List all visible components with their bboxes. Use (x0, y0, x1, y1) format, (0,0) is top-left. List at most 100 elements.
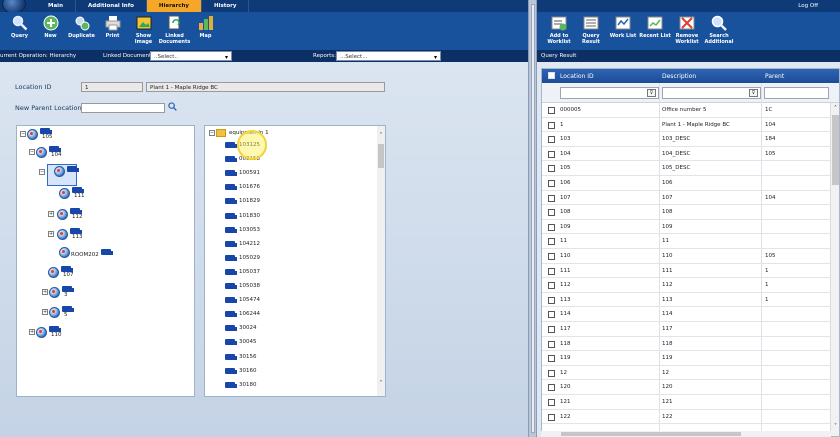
table-row[interactable]: 121 121 (542, 395, 839, 410)
table-row[interactable]: 104 104_DESC 105 (542, 147, 839, 162)
equipment-scrollbar[interactable]: ˄ ˅ (377, 126, 385, 396)
table-row[interactable]: 111 111 1 (542, 264, 839, 279)
new-button[interactable]: New (35, 12, 66, 50)
scroll-down-icon[interactable]: ˅ (831, 423, 839, 430)
filter-icon[interactable]: ⊽ (749, 89, 758, 97)
tree-node[interactable]: + 110 (29, 326, 62, 338)
recent-list-button[interactable]: Recent List (639, 12, 671, 50)
table-row[interactable]: 113 113 1 (542, 293, 839, 308)
table-row[interactable]: 105 105_DESC (542, 161, 839, 176)
row-checkbox[interactable] (548, 399, 555, 406)
tab-hierarchy[interactable]: Hierarchy (146, 0, 202, 12)
tree-node[interactable]: + 113 (48, 228, 83, 240)
row-checkbox[interactable] (548, 223, 555, 231)
row-checkbox[interactable] (548, 238, 555, 246)
query-result-button[interactable]: Query Result (575, 12, 607, 50)
expand-icon[interactable]: + (48, 211, 54, 217)
row-checkbox[interactable] (548, 121, 555, 129)
equipment-item[interactable]: 105037 (225, 268, 260, 275)
tree-node[interactable]: − 105 (20, 128, 53, 140)
table-row[interactable]: 000005 Office number 5 1C (542, 103, 839, 118)
equipment-item[interactable]: 106244 (225, 311, 260, 318)
linked-documents-select[interactable]: ..Select.. ▾ (150, 51, 232, 61)
location-id-filter-input[interactable]: ⊽ (560, 87, 659, 99)
equipment-item[interactable]: 104212 (225, 240, 260, 247)
column-header-description[interactable]: Description (662, 73, 696, 80)
row-checkbox[interactable] (548, 180, 555, 187)
grid-vertical-scrollbar[interactable]: ˄ ˅ (830, 103, 839, 436)
tree-node[interactable]: − 104 (29, 146, 62, 158)
table-row[interactable]: 119 119 (542, 351, 839, 366)
show-image-button[interactable]: Show Image (128, 12, 159, 50)
equipment-item[interactable]: 101829 (225, 198, 260, 205)
location-id-field[interactable]: 1 (81, 82, 143, 92)
new-parent-location-input[interactable] (81, 103, 165, 113)
log-off-link[interactable]: Log Off (798, 3, 818, 9)
equipment-item[interactable]: 30156 (225, 353, 257, 360)
remove-worklist-button[interactable]: Remove Worklist (671, 12, 703, 50)
table-row[interactable]: 106 106 (542, 176, 839, 191)
row-checkbox[interactable] (548, 384, 555, 392)
equipment-item[interactable]: 105029 (225, 254, 260, 261)
grid-horizontal-scrollbar[interactable] (541, 431, 831, 437)
scroll-thumb[interactable] (378, 144, 384, 168)
tab-main[interactable]: Main (36, 0, 76, 12)
expand-icon[interactable]: + (48, 231, 54, 237)
filter-icon[interactable]: ⊽ (647, 89, 656, 97)
row-checkbox[interactable] (548, 267, 555, 275)
table-row[interactable]: 109 109 (542, 220, 839, 235)
equipment-item[interactable]: 101676 (225, 184, 260, 191)
row-checkbox[interactable] (548, 253, 555, 260)
table-row[interactable]: 117 117 (542, 322, 839, 337)
equipment-item[interactable]: 100591 (225, 170, 260, 177)
tree-node[interactable]: 107 (48, 266, 74, 278)
table-row[interactable]: 108 108 (542, 205, 839, 220)
equipment-item[interactable]: 30045 (225, 339, 257, 346)
equipment-item[interactable]: 30024 (225, 325, 257, 332)
table-row[interactable]: 110 110 105 (542, 249, 839, 264)
tree-node[interactable]: ROOM202 (59, 246, 113, 258)
equipment-item[interactable]: 103053 (225, 226, 260, 233)
search-icon[interactable] (168, 102, 177, 111)
map-button[interactable]: Map (190, 12, 221, 50)
equipment-item[interactable]: 30160 (225, 367, 257, 374)
column-header-location-id[interactable]: Location ID (560, 73, 594, 80)
row-checkbox[interactable] (548, 165, 555, 173)
collapse-icon[interactable]: − (39, 168, 45, 175)
table-row[interactable]: 114 114 (542, 307, 839, 322)
tab-history[interactable]: History (202, 0, 250, 12)
collapse-icon[interactable]: − (29, 149, 35, 155)
tree-node[interactable]: + 3 (42, 286, 74, 298)
row-checkbox[interactable] (548, 311, 555, 319)
equipment-item[interactable]: 101830 (225, 212, 260, 219)
tree-node[interactable]: + 5 (42, 306, 74, 318)
row-checkbox[interactable] (548, 194, 555, 202)
pane-splitter[interactable] (528, 0, 537, 437)
table-row[interactable]: 12 12 (542, 366, 839, 381)
search-additional-button[interactable]: Search Additional (703, 12, 735, 50)
table-row[interactable]: 11 11 (542, 234, 839, 249)
table-row[interactable]: 120 120 (542, 380, 839, 395)
table-row[interactable]: 118 118 (542, 337, 839, 352)
equipment-item[interactable]: 105474 (225, 297, 260, 304)
table-row[interactable]: 122 122 (542, 410, 839, 425)
scroll-thumb[interactable] (561, 432, 741, 436)
splitter-bar[interactable] (531, 4, 535, 433)
location-description-field[interactable]: Plant 1 - Maple Ridge BC (146, 82, 385, 92)
row-checkbox[interactable] (548, 340, 555, 348)
table-row[interactable]: 112 112 1 (542, 278, 839, 293)
tree-node[interactable]: − (39, 165, 79, 177)
table-row[interactable]: 1 Plant 1 - Maple Ridge BC 104 (542, 118, 839, 133)
equipment-item[interactable]: 30180 (225, 381, 257, 388)
duplicate-button[interactable]: Duplicate (66, 12, 97, 50)
row-checkbox[interactable] (548, 296, 555, 304)
tree-node[interactable]: 111 (59, 187, 85, 199)
table-row[interactable]: 107 107 104 (542, 191, 839, 206)
row-checkbox[interactable] (548, 136, 555, 144)
row-checkbox[interactable] (548, 369, 555, 377)
expand-icon[interactable]: + (29, 329, 35, 335)
scroll-down-icon[interactable]: ˅ (377, 380, 385, 387)
row-checkbox[interactable] (548, 209, 555, 217)
scroll-up-icon[interactable]: ˄ (831, 105, 839, 112)
row-checkbox[interactable] (548, 413, 555, 421)
